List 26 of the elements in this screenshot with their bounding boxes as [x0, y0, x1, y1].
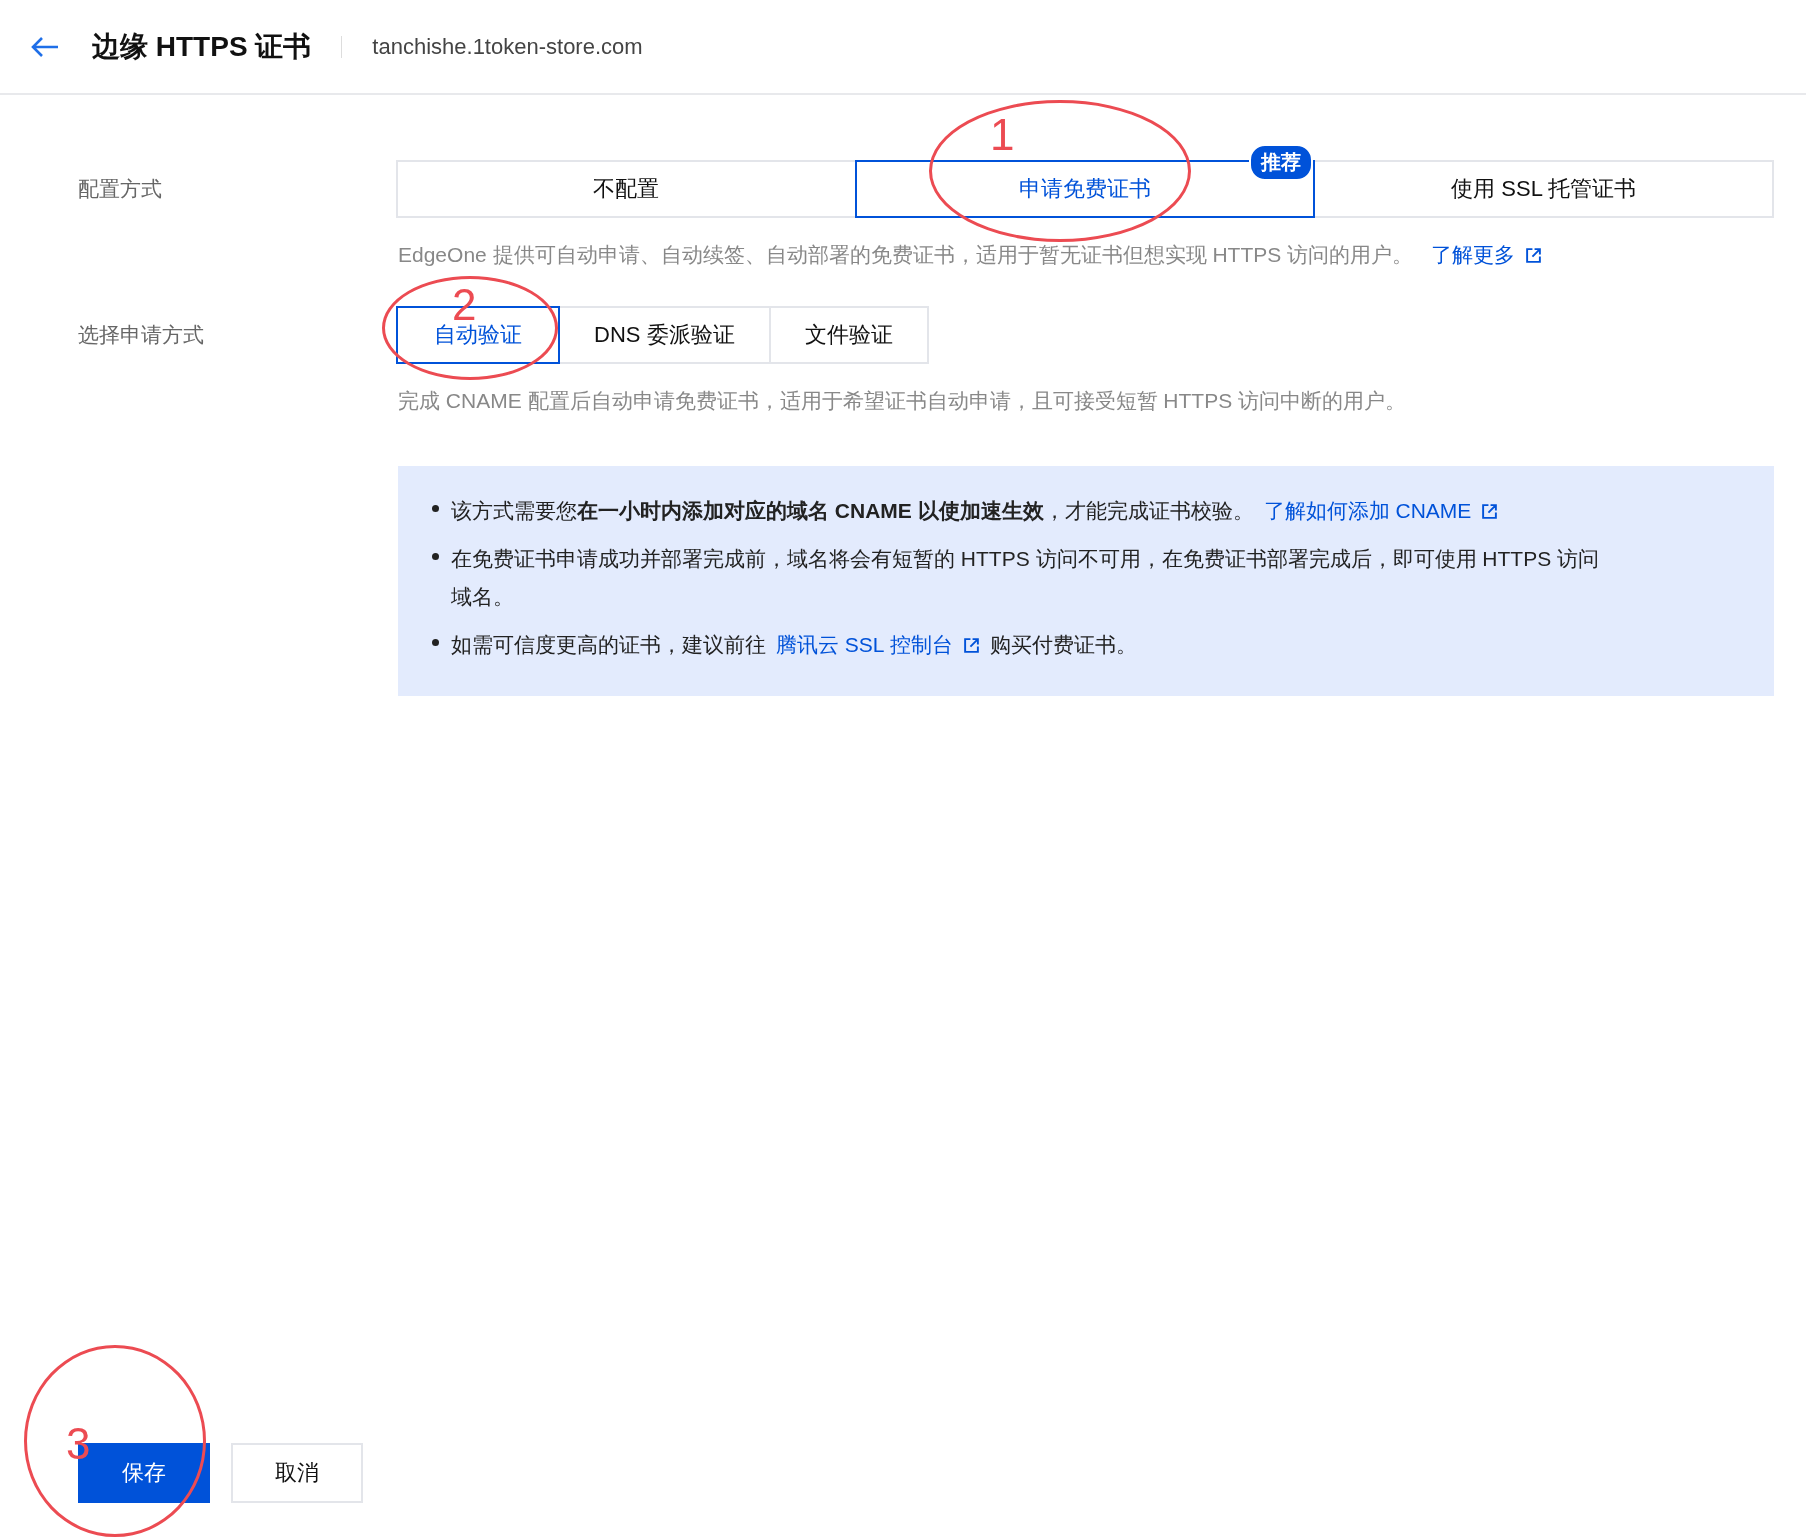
bullet-dot	[432, 553, 439, 560]
learn-more-link[interactable]: 了解更多	[1431, 243, 1543, 266]
note-text: 在免费证书申请成功并部署完成前，域名将会有短暂的 HTTPS 访问不可用，在免费证书部署完成后，即可使用 HTTPS 访问域名。	[451, 546, 1600, 610]
bullet-dot	[432, 505, 439, 512]
description-text: 完成 CNAME 配置后自动申请免费证书，适用于希望证书自动申请，且可接受短暂 HTTPS 访问中断的用户。	[398, 388, 1407, 414]
domain-text: tanchishe.1token-store.com	[372, 33, 643, 60]
note-text: 该方式需要您在一小时内添加对应的域名 CNAME 以使加速生效，才能完成证书校验。 了解如何添加 CNAME	[451, 492, 1509, 530]
form-label: 选择申请方式	[78, 322, 205, 348]
method-option[interactable]: DNS 委派验证	[558, 306, 771, 364]
help-link[interactable]: 腾讯云 SSL 控制台	[776, 633, 980, 656]
recommend-badge: 推荐	[1249, 144, 1314, 181]
action-button[interactable]: 取消	[231, 1443, 363, 1503]
page-title: 边缘 HTTPS 证书	[92, 29, 312, 64]
external-link-icon	[1525, 247, 1543, 264]
config-option[interactable]: 不配置	[396, 160, 857, 218]
config-option[interactable]: 使用 SSL 托管证书	[1313, 160, 1774, 218]
method-option[interactable]: 文件验证	[768, 306, 929, 364]
description-text: EdgeOne 提供可自动申请、自动续签、自动部署的免费证书，适用于暂无证书但想实现 HTTPS 访问的用户。 了解更多	[398, 240, 1774, 270]
back-arrow-icon[interactable]	[30, 35, 60, 58]
form-label: 配置方式	[78, 176, 163, 202]
annotation-number: 1	[990, 113, 1015, 157]
external-link-icon	[1481, 503, 1499, 520]
note-text: 如需可信度更高的证书，建议前往 腾讯云 SSL 控制台 购买付费证书。	[451, 632, 1137, 658]
external-link-icon	[962, 637, 980, 654]
help-link[interactable]: 了解如何添加 CNAME	[1263, 499, 1499, 522]
bullet-dot	[432, 639, 439, 646]
